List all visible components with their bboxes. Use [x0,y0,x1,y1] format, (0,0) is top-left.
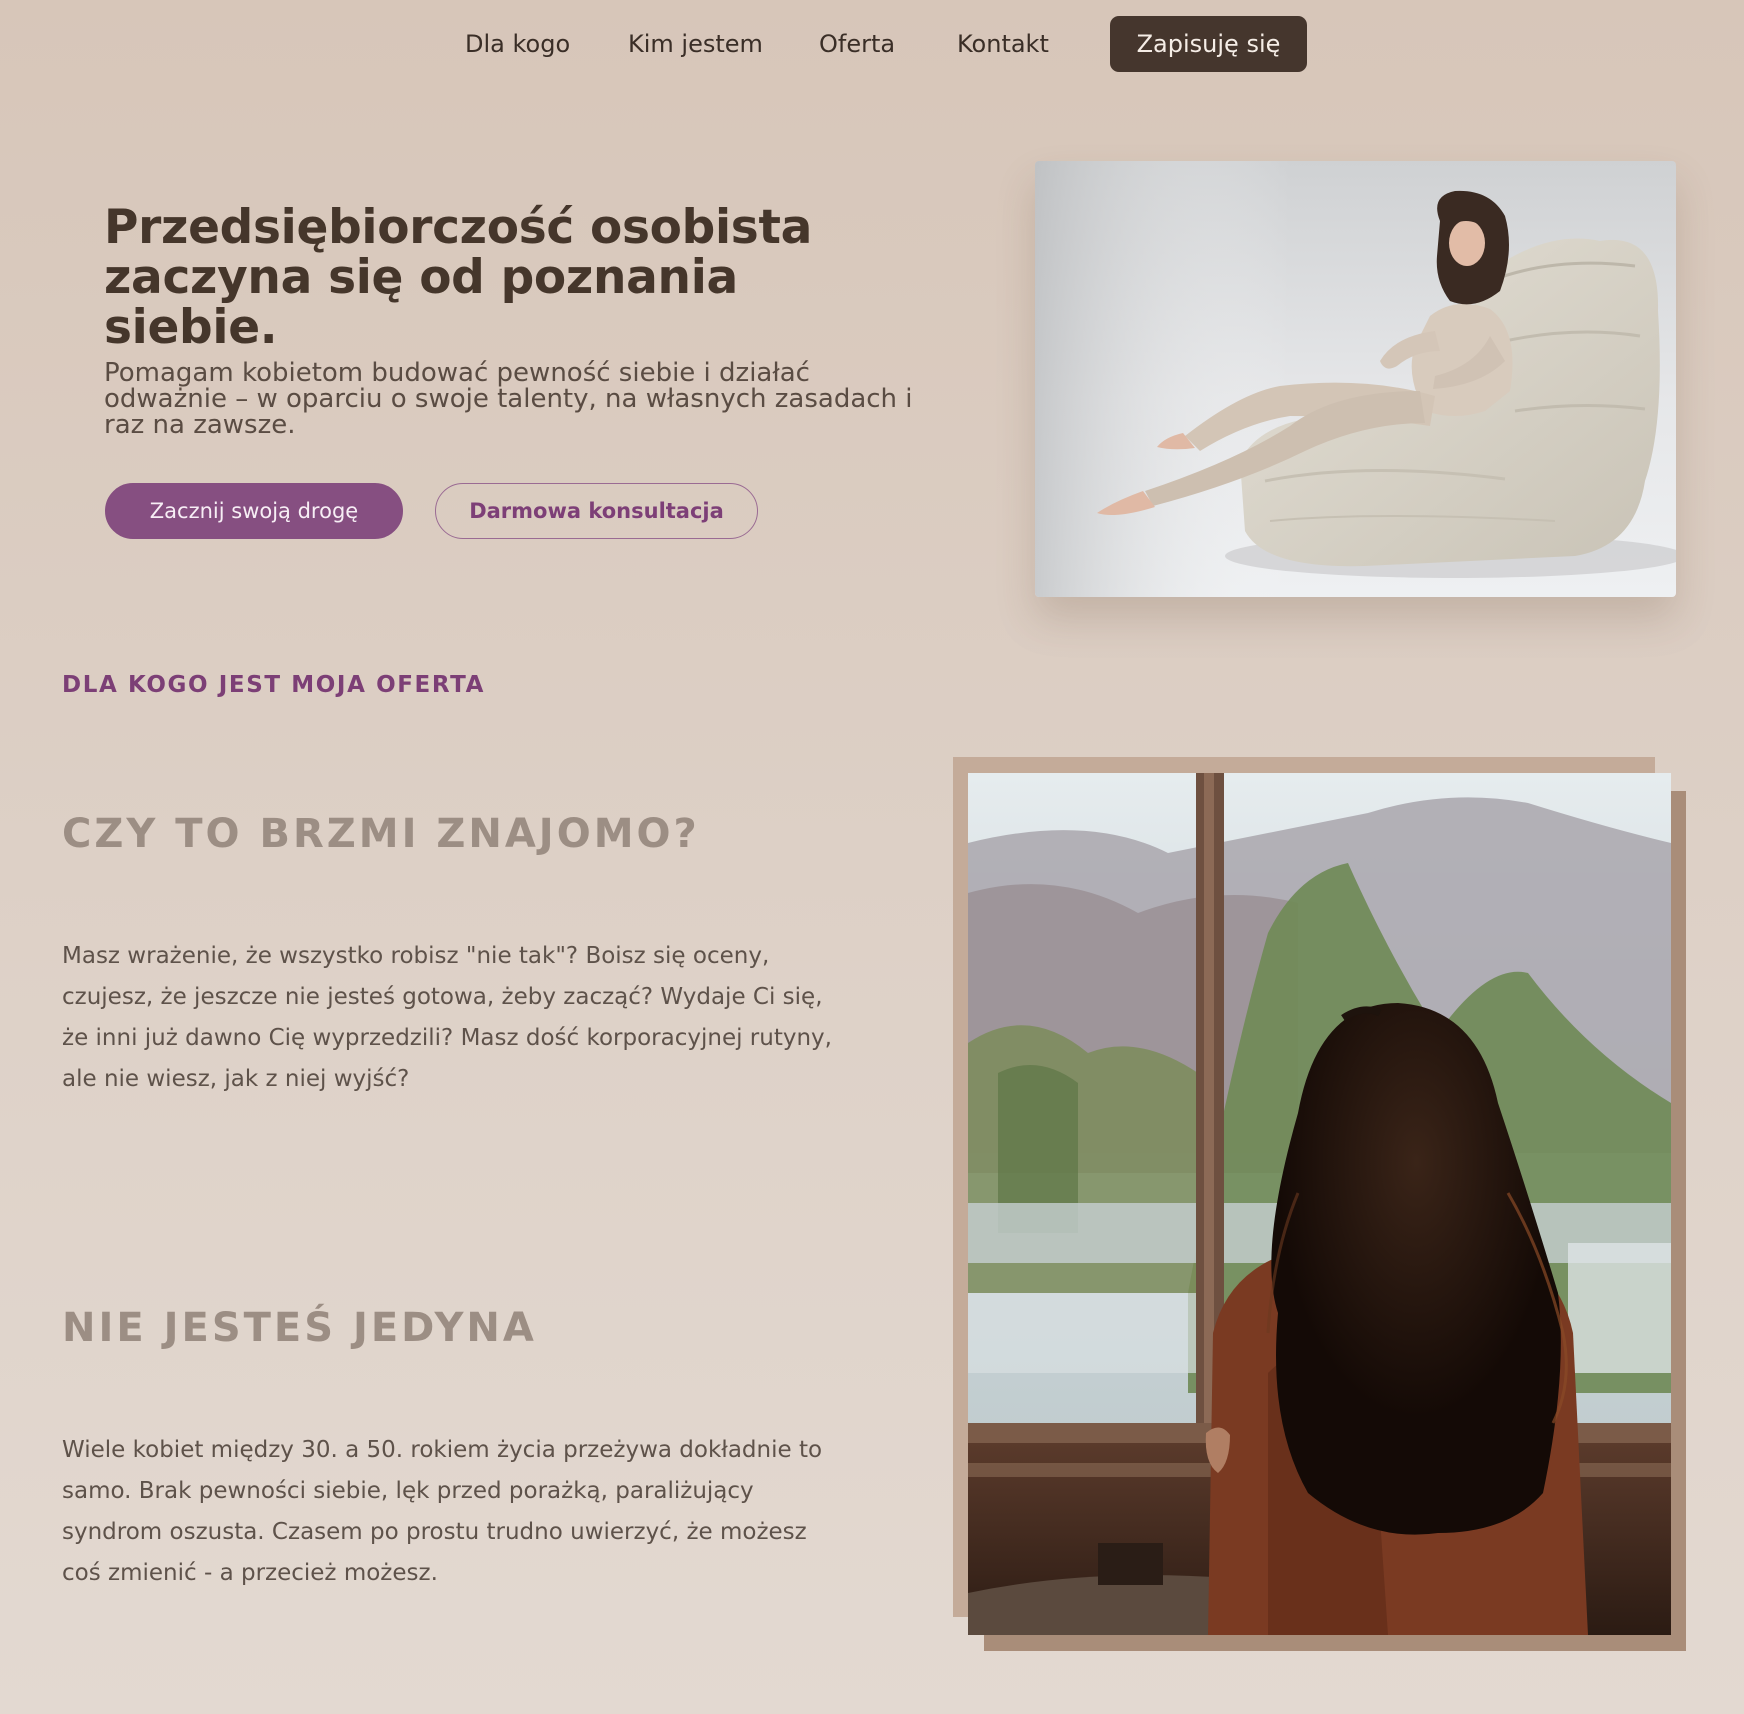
nav-link-kontakt[interactable]: Kontakt [957,16,1049,72]
hero-title: Przedsiębiorczość osobista zaczyna się o… [104,200,813,355]
hero-subtitle: Pomagam kobietom budować pewność siebie … [104,358,913,440]
nav-link-dla-kogo[interactable]: Dla kogo [465,16,570,72]
section-text-not-alone: Wiele kobiet między 30. a 50. rokiem życ… [62,1437,823,1586]
signup-button[interactable]: Zapisuję się [1110,16,1307,72]
start-journey-button[interactable]: Zacznij swoją drogę [105,483,403,539]
woman-at-window-image [968,773,1671,1635]
section-eyebrow: DLA KOGO JEST MOJA OFERTA [62,672,486,698]
free-consultation-button[interactable]: Darmowa konsultacja [435,483,758,539]
nav-link-kim-jestem[interactable]: Kim jestem [628,16,763,72]
nav-link-oferta[interactable]: Oferta [819,16,895,72]
hero-portrait-image [1035,161,1676,597]
top-navigation: Dla kogo Kim jestem Oferta Kontakt Zapis… [0,16,1744,72]
section-heading-not-alone: NIE JESTEŚ JEDYNA [62,1305,537,1351]
section-text-familiar: Masz wrażenie, że wszystko robisz "nie t… [62,943,832,1092]
section-heading-familiar: CZY TO BRZMI ZNAJOMO? [62,811,700,857]
